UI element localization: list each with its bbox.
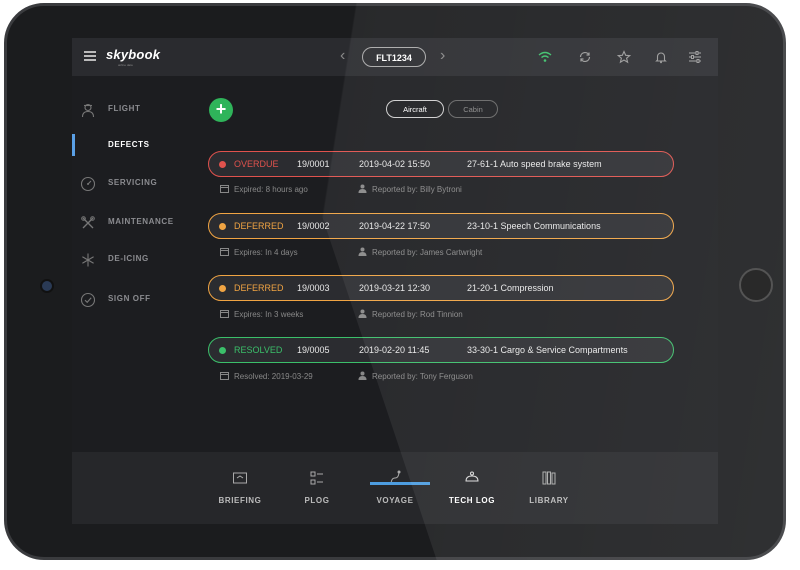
flight-selector[interactable]: FLT1234: [362, 47, 426, 67]
defect-expiry: Resolved: 2019-03-29: [220, 371, 313, 381]
defect-number: 19/0001: [297, 159, 330, 169]
defect-number: 19/0005: [297, 345, 330, 355]
home-button[interactable]: [739, 268, 773, 302]
gauge-icon: [80, 176, 96, 192]
defect-number: 19/0003: [297, 283, 330, 293]
sidebar-item-sign-off[interactable]: SIGN OFF: [80, 290, 200, 310]
status-dot: [219, 285, 226, 292]
tab-plog[interactable]: PLOG: [282, 452, 352, 524]
defect-date: 2019-02-20 11:45: [359, 345, 430, 355]
tab-voyage[interactable]: VOYAGE: [360, 452, 430, 524]
sidebar-item-label: MAINTENANCE: [108, 217, 174, 226]
top-bar: skybook airline data ‹ FLT1234 ›: [72, 38, 718, 76]
defect-description: 27-61-1 Auto speed brake system: [467, 159, 602, 169]
sidebar-item-flight[interactable]: FLIGHT: [80, 100, 200, 120]
sidebar-item-de-icing[interactable]: DE-ICING: [80, 250, 200, 270]
defect-reporter: Reported by: James Cartwright: [358, 247, 482, 257]
user-icon: [358, 247, 367, 256]
status-dot: [219, 161, 226, 168]
defect-description: 23-10-1 Speech Communications: [467, 221, 601, 231]
star-icon[interactable]: [617, 50, 631, 64]
check-circle-icon: [80, 292, 96, 308]
sidebar-item-label: FLIGHT: [108, 104, 141, 113]
defect-row[interactable]: RESOLVED 19/0005 2019-02-20 11:45 33-30-…: [208, 337, 674, 363]
defect-expiry: Expired: 8 hours ago: [220, 184, 308, 194]
segment-cabin[interactable]: Cabin: [448, 100, 498, 118]
hamburger-menu-icon[interactable]: [84, 51, 96, 61]
defect-description: 21-20-1 Compression: [467, 283, 554, 293]
sidebar-item-label: DE-ICING: [108, 254, 149, 263]
status-badge: OVERDUE: [234, 159, 279, 169]
sidebar-item-servicing[interactable]: SERVICING: [80, 174, 200, 194]
status-badge: DEFERRED: [234, 283, 284, 293]
brand-logo: skybook: [106, 47, 161, 62]
user-icon: [358, 184, 367, 193]
defect-reporter: Reported by: Billy Bytroni: [358, 184, 462, 194]
tools-icon: [81, 216, 95, 229]
sync-icon[interactable]: [578, 50, 592, 64]
settings-sliders-icon[interactable]: [688, 50, 702, 64]
tab-briefing[interactable]: BRIEFING: [205, 452, 275, 524]
status-dot: [219, 347, 226, 354]
plog-icon: [310, 471, 323, 485]
defect-date: 2019-03-21 12:30: [359, 283, 431, 293]
defect-row[interactable]: OVERDUE 19/0001 2019-04-02 15:50 27-61-1…: [208, 151, 674, 177]
tab-library[interactable]: LIBRARY: [514, 452, 584, 524]
sidebar-item-defects[interactable]: DEFECTS: [80, 136, 200, 156]
defect-date: 2019-04-22 17:50: [359, 221, 431, 231]
defect-date: 2019-04-02 15:50: [359, 159, 431, 169]
snowflake-icon: [82, 253, 94, 267]
add-defect-button[interactable]: +: [209, 98, 233, 122]
active-tab-indicator: [370, 482, 430, 485]
tab-label: VOYAGE: [376, 496, 414, 505]
tab-tech-log[interactable]: TECH LOG: [437, 452, 507, 524]
user-icon: [358, 309, 367, 318]
sidebar-item-label: SIGN OFF: [108, 294, 151, 303]
next-flight-button[interactable]: ›: [440, 47, 445, 65]
wifi-icon[interactable]: [538, 50, 552, 64]
sidebar-item-maintenance[interactable]: MAINTENANCE: [80, 213, 200, 233]
techlog-icon: [465, 471, 479, 482]
tab-label: BRIEFING: [218, 496, 262, 505]
defect-number: 19/0002: [297, 221, 330, 231]
library-icon: [542, 471, 556, 485]
calendar-icon: [220, 310, 229, 318]
calendar-icon: [220, 248, 229, 256]
status-badge: DEFERRED: [234, 221, 284, 231]
tab-label: LIBRARY: [529, 496, 569, 505]
calendar-icon: [220, 372, 229, 380]
defect-expiry: Expires: In 3 weeks: [220, 309, 303, 319]
calendar-icon: [220, 185, 229, 193]
pilot-icon: [81, 103, 95, 118]
brand-tagline: airline data: [118, 63, 133, 67]
defect-row[interactable]: DEFERRED 19/0002 2019-04-22 17:50 23-10-…: [208, 213, 674, 239]
user-icon: [358, 371, 367, 380]
tab-label: TECH LOG: [448, 496, 496, 505]
tab-label: PLOG: [304, 496, 330, 505]
camera: [40, 279, 54, 293]
defect-reporter: Reported by: Tony Ferguson: [358, 371, 473, 381]
app-screen: skybook airline data ‹ FLT1234 › FLIGHT …: [72, 38, 718, 524]
status-dot: [219, 223, 226, 230]
sidebar-item-label: SERVICING: [108, 178, 158, 187]
defect-row[interactable]: DEFERRED 19/0003 2019-03-21 12:30 21-20-…: [208, 275, 674, 301]
segment-aircraft[interactable]: Aircraft: [386, 100, 444, 118]
defect-expiry: Expires: In 4 days: [220, 247, 298, 257]
bottom-tab-bar: BRIEFING PLOG VOYAGE TECH LOG LIBRARY: [72, 452, 718, 524]
defect-reporter: Reported by: Rod Tinnion: [358, 309, 463, 319]
sidebar-active-indicator: [72, 134, 75, 156]
previous-flight-button[interactable]: ‹: [340, 47, 345, 65]
briefing-icon: [233, 472, 247, 484]
status-badge: RESOLVED: [234, 345, 283, 355]
bell-icon[interactable]: [654, 50, 668, 64]
defect-description: 33-30-1 Cargo & Service Compartments: [467, 345, 628, 355]
sidebar-item-label: DEFECTS: [108, 140, 150, 149]
